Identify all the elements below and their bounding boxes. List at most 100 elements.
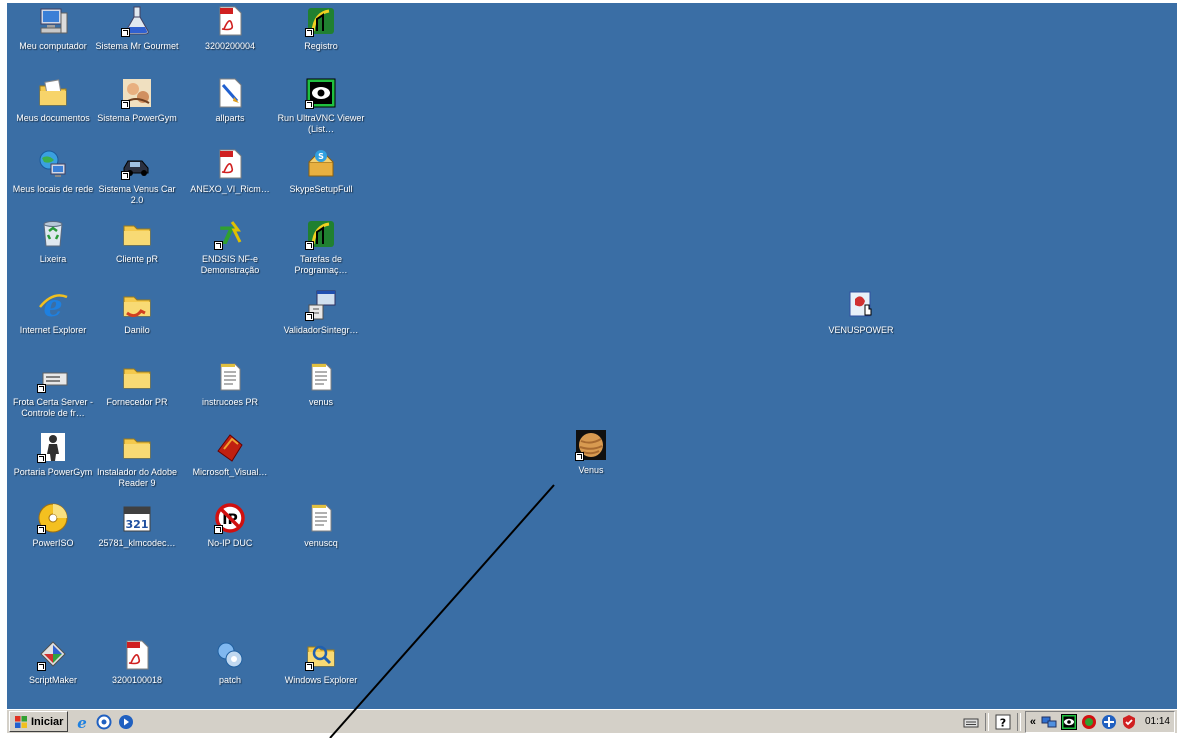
folder-icon [121, 431, 153, 463]
desktop-icon-venuscq[interactable]: venuscq [275, 502, 367, 549]
quicklaunch-internet-explorer-icon[interactable]: e [74, 714, 90, 730]
text-file-icon [214, 361, 246, 393]
desktop-icon-run-ultravnc[interactable]: Run UltraVNC Viewer (List… [275, 77, 367, 135]
shortcut-arrow-icon [121, 171, 130, 180]
desktop-icon-label: Internet Explorer [19, 325, 87, 335]
desktop-icon-meus-documentos[interactable]: Meus documentos [7, 77, 99, 124]
scriptmaker-icon [37, 639, 69, 671]
desktop-icon-label: Cliente pR [115, 254, 159, 264]
help-icon[interactable]: ? [995, 714, 1011, 730]
quicklaunch-outlook-icon[interactable] [96, 714, 112, 730]
desktop-icon-tarefas-de-programacao[interactable]: Tarefas de Programaç… [275, 218, 367, 276]
poweriso-disc-icon [37, 502, 69, 534]
desktop-icon-label: venus [308, 397, 334, 407]
ultravnc-eye-icon[interactable] [1060, 713, 1077, 730]
antivirus-icon[interactable] [1101, 714, 1117, 730]
desktop-icon-label: 3200200004 [204, 41, 256, 51]
tray-area: ? « 01:14 [961, 710, 1175, 733]
calendar-321-icon: 321 [121, 502, 153, 534]
explorer-folder-icon [305, 639, 337, 671]
desktop-icon-lixeira[interactable]: Lixeira [7, 218, 99, 265]
desktop-icon-instalador-adobe-reader[interactable]: Instalador do Adobe Reader 9 [91, 431, 183, 489]
desktop-icon-label: instrucoes PR [201, 397, 259, 407]
desktop-icon-validadorsintegra[interactable]: ValidadorSintegr… [275, 289, 367, 336]
desktop-icon-klmcodec[interactable]: 321 25781_klmcodec… [91, 502, 183, 549]
car-icon [121, 148, 153, 180]
text-file-icon [305, 361, 337, 393]
endsis-icon: 7 [214, 218, 246, 250]
system-tray: « 01:14 [1024, 710, 1175, 733]
desktop-icon-label: Sistema Venus Car 2.0 [98, 184, 176, 205]
tray-expand-button[interactable]: « [1030, 716, 1036, 728]
desktop-icon-label: ENDSIS NF-e Demonstração [200, 254, 260, 275]
shortcut-arrow-icon [37, 384, 46, 393]
desktop-icon-venuspower[interactable]: VENUSPOWER [815, 289, 907, 336]
desktop-icon-label: Windows Explorer [284, 675, 358, 685]
quicklaunch-media-player-icon[interactable] [118, 714, 134, 730]
desktop-icon-skypesetupfull[interactable]: S SkypeSetupFull [275, 148, 367, 195]
desktop-icon-sistema-venus-car[interactable]: Sistema Venus Car 2.0 [91, 148, 183, 206]
desktop-icon-cliente-pr[interactable]: Cliente pR [91, 218, 183, 265]
desktop-icon-label: Portaria PowerGym [13, 467, 93, 477]
desktop-icon-sistema-powergym[interactable]: Sistema PowerGym [91, 77, 183, 124]
keyboard-icon[interactable] [963, 714, 979, 730]
tray-separator [984, 712, 989, 731]
desktop-icon-3200200004[interactable]: 3200200004 [184, 5, 276, 52]
registry-app-icon [305, 5, 337, 37]
internet-explorer-icon: e [37, 289, 69, 321]
person-icon [37, 431, 69, 463]
shortcut-arrow-icon [37, 454, 46, 463]
shortcut-arrow-icon [214, 241, 223, 250]
patch-icon [214, 639, 246, 671]
desktop-icon-poweriso[interactable]: PowerISO [7, 502, 99, 549]
desktop-icon-portaria-powergym[interactable]: Portaria PowerGym [7, 431, 99, 478]
network-icon[interactable] [1041, 714, 1057, 730]
powergym-icon [121, 77, 153, 109]
visual-studio-icon [214, 431, 246, 463]
desktop-icon-meus-locais-de-rede[interactable]: Meus locais de rede [7, 148, 99, 195]
folder-icon [121, 361, 153, 393]
desktop-icon-label: No-IP DUC [207, 538, 253, 548]
desktop-icon-label: Meus locais de rede [12, 184, 94, 194]
desktop-icon-fornecedor-pr[interactable]: Fornecedor PR [91, 361, 183, 408]
desktop-icon-frota-certa-server[interactable]: Frota Certa Server - Controle de fr… [7, 361, 99, 419]
tray-clock[interactable]: 01:14 [1145, 716, 1170, 727]
ultravnc-eye-icon [305, 77, 337, 109]
security-shield-icon[interactable] [1121, 714, 1137, 730]
desktop-icon-scriptmaker[interactable]: ScriptMaker [7, 639, 99, 686]
desktop-icon-venus-txt[interactable]: venus [275, 361, 367, 408]
desktop-icon-label: Instalador do Adobe Reader 9 [96, 467, 178, 488]
shortcut-arrow-icon [305, 28, 314, 37]
desktop-icon-label: Run UltraVNC Viewer (List… [277, 113, 365, 134]
desktop-icon-meu-computador[interactable]: Meu computador [7, 5, 99, 52]
desktop-icon-label: Tarefas de Programaç… [294, 254, 348, 275]
desktop[interactable]: Meu computador Meus documentos Meus loca… [7, 3, 1177, 709]
computer-icon [37, 5, 69, 37]
desktop-icon-label: SkypeSetupFull [289, 184, 353, 194]
shortcut-arrow-icon [575, 452, 584, 461]
desktop-icon-instrucoes-pr[interactable]: instrucoes PR [184, 361, 276, 408]
svg-text:e: e [78, 714, 88, 730]
desktop-icon-microsoft-visual[interactable]: Microsoft_Visual… [184, 431, 276, 478]
desktop-icon-internet-explorer[interactable]: e Internet Explorer [7, 289, 99, 336]
desktop-icon-endsis-nfe[interactable]: 7 ENDSIS NF-e Demonstração [184, 218, 276, 276]
desktop-icon-registro[interactable]: Registro [275, 5, 367, 52]
desktop-icon-3200100018[interactable]: 3200100018 [91, 639, 183, 686]
start-button[interactable]: Iniciar [9, 711, 69, 732]
desktop-icon-venus[interactable]: Venus [545, 429, 637, 476]
desktop-icon-allparts[interactable]: allparts [184, 77, 276, 124]
desktop-icon-no-ip-duc[interactable]: IP No-IP DUC [184, 502, 276, 549]
flask-icon [121, 5, 153, 37]
network-places-icon [37, 148, 69, 180]
desktop-icon-anexo-vi[interactable]: ANEXO_VI_Ricm… [184, 148, 276, 195]
desktop-icon-danilo[interactable]: Danilo [91, 289, 183, 336]
shared-folder-icon [121, 289, 153, 321]
noip-tray-icon[interactable] [1081, 714, 1097, 730]
installer-window-icon [305, 289, 337, 321]
desktop-icon-windows-explorer[interactable]: Windows Explorer [275, 639, 367, 686]
desktop-icon-label: Microsoft_Visual… [192, 467, 268, 477]
desktop-icon-label: Fornecedor PR [106, 397, 168, 407]
desktop-icon-sistema-mr-gourmet[interactable]: Sistema Mr Gourmet [91, 5, 183, 52]
installer-box-icon: S [305, 148, 337, 180]
desktop-icon-patch[interactable]: patch [184, 639, 276, 686]
